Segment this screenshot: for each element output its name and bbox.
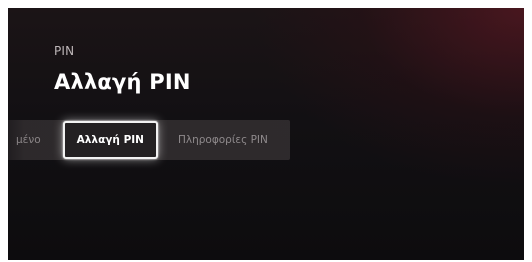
page-title: Αλλαγή PIN: [54, 70, 191, 94]
tab-pin-info[interactable]: Πληροφορίες PIN: [162, 120, 284, 160]
tab-previous-partial[interactable]: μένο: [8, 120, 59, 160]
tab-change-pin[interactable]: Αλλαγή PIN: [62, 121, 158, 159]
breadcrumb: PIN: [54, 44, 75, 58]
pin-settings-screen: PIN Αλλαγή PIN μένο Αλλαγή PIN Πληροφορί…: [8, 8, 524, 260]
tab-strip: μένο Αλλαγή PIN Πληροφορίες PIN: [8, 120, 290, 160]
